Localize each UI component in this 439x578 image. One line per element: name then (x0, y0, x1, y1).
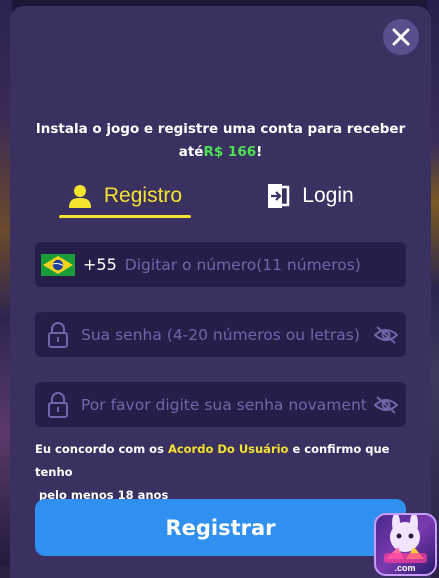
tab-registro[interactable]: Registro (59, 174, 191, 218)
country-code: +55 (83, 255, 117, 274)
app-screen: Instala o jogo e registre uma conta para… (0, 0, 439, 578)
active-tab-indicator (59, 215, 191, 218)
logo-domain-text: .com (394, 563, 415, 573)
intro-prefix: até (178, 144, 204, 160)
password-field (35, 312, 406, 357)
intro-line2: atéR$ 166! (30, 141, 411, 164)
register-modal: Instala o jogo e registre uma conta para… (10, 6, 431, 578)
eye-hidden-icon[interactable] (374, 325, 398, 344)
brazil-flag-icon (41, 253, 75, 276)
close-icon (392, 28, 410, 46)
agreement-text: Eu concordo com os Acordo Do Usuário e c… (35, 438, 415, 507)
intro-line1: Instala o jogo e registre uma conta para… (35, 121, 406, 137)
login-door-icon (268, 184, 290, 208)
intro-text: Instala o jogo e registre uma conta para… (30, 118, 411, 164)
close-button[interactable] (383, 19, 419, 55)
register-button[interactable]: Registrar (35, 499, 406, 556)
phone-input[interactable] (124, 242, 406, 287)
phone-field: +55 (35, 242, 406, 287)
eye-hidden-icon[interactable] (374, 395, 398, 414)
user-agreement-link[interactable]: Acordo Do Usuário (168, 442, 289, 456)
lock-icon (48, 391, 68, 418)
bonus-amount: R$ 166 (203, 144, 257, 160)
tab-login[interactable]: Login (250, 174, 370, 218)
app-logo-badge[interactable]: .com (374, 513, 437, 576)
agreement-line1: Eu concordo com os Acordo Do Usuário e c… (35, 438, 415, 484)
rabbit-mascot-logo: .com (384, 515, 427, 573)
tab-registro-label: Registro (103, 184, 183, 207)
password-input[interactable] (81, 312, 368, 357)
user-icon (68, 185, 91, 208)
confirm-password-input[interactable] (81, 382, 368, 427)
agreement-before: Eu concordo com os (35, 442, 168, 456)
tab-login-label: Login (302, 184, 354, 207)
lock-icon (48, 321, 68, 348)
confirm-password-field (35, 382, 406, 427)
intro-suffix: ! (256, 144, 263, 160)
